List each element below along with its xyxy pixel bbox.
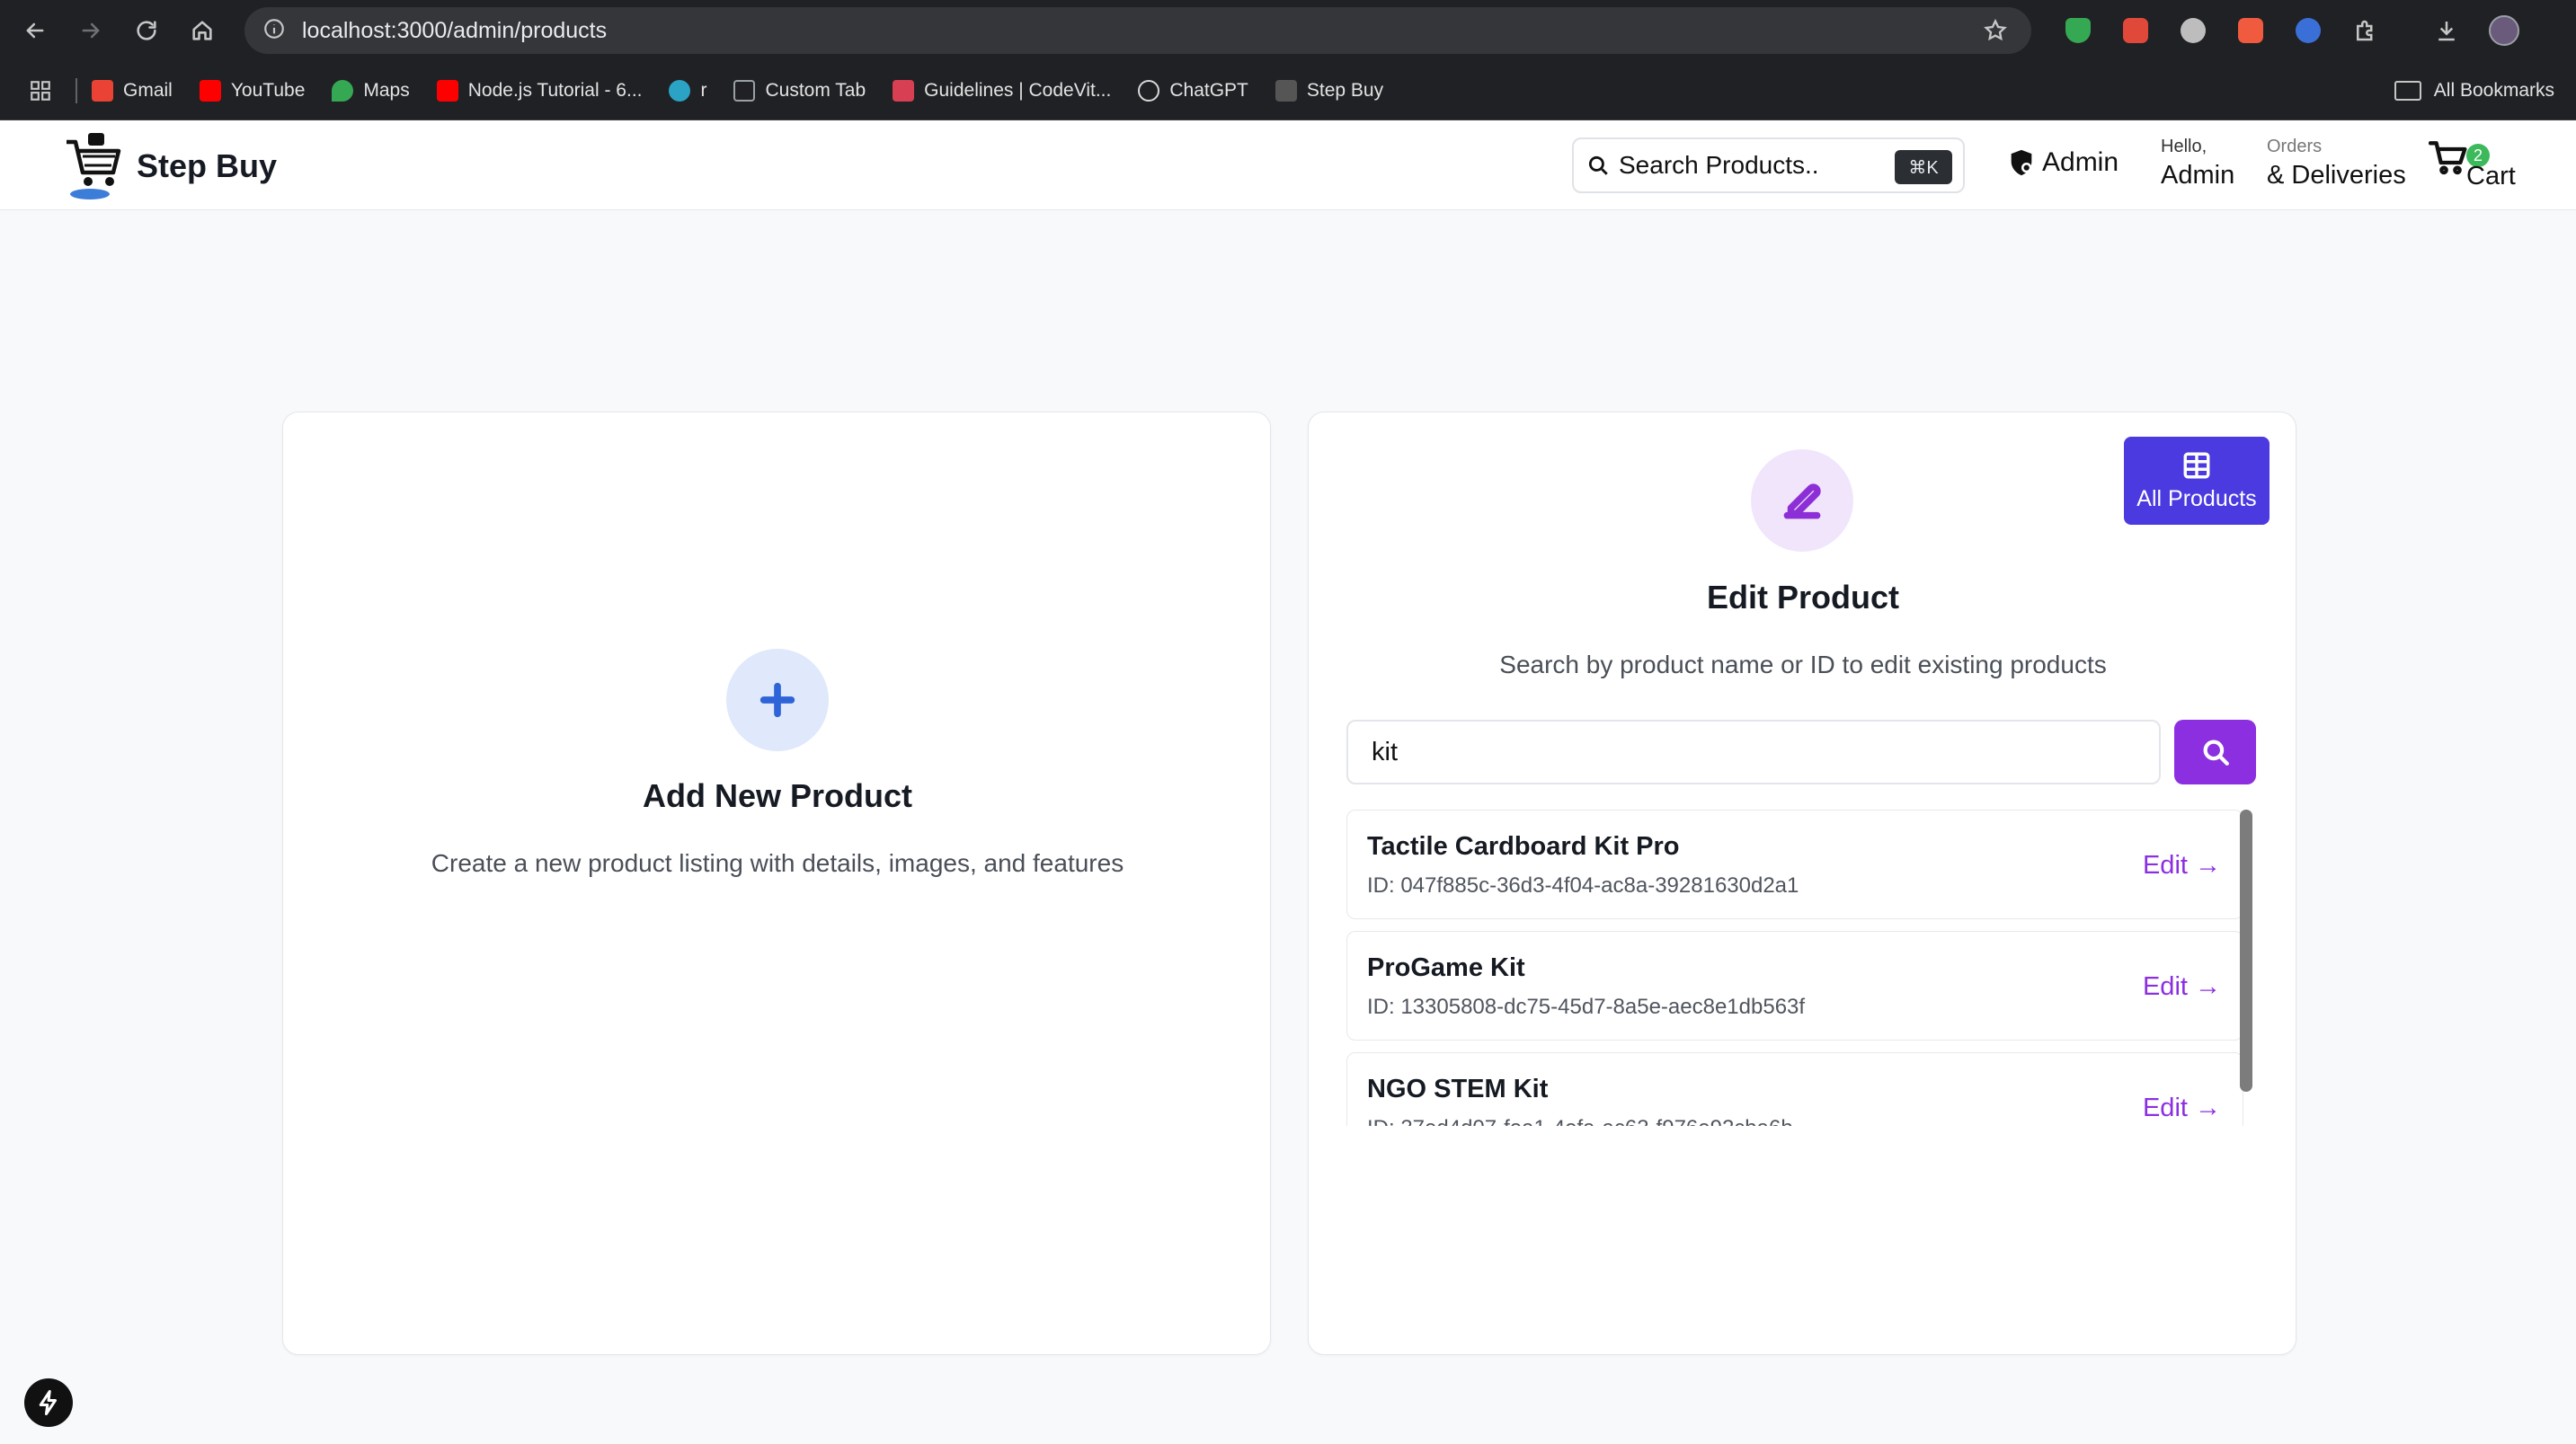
folder-icon xyxy=(2394,81,2421,101)
r-icon xyxy=(669,79,691,102)
cart-label: Cart xyxy=(2466,162,2516,190)
add-product-card[interactable]: Add New Product Create a new product lis… xyxy=(282,412,1271,1355)
reload-icon xyxy=(137,21,156,40)
gmail-icon xyxy=(92,79,113,102)
extension-shield-icon[interactable] xyxy=(2049,0,2107,61)
orders-small: Orders xyxy=(2267,137,2323,156)
arrow-left-icon xyxy=(26,22,44,39)
edit-product-badge xyxy=(1751,449,1853,552)
extension-blue-icon[interactable] xyxy=(2279,0,2337,61)
result-name: Tactile Cardboard Kit Pro xyxy=(1367,832,1680,861)
search-icon xyxy=(1588,155,1608,175)
lightning-icon xyxy=(39,1390,57,1415)
shopping-cart-icon xyxy=(2429,141,2467,175)
result-id: ID: 37ed4d07-fea1-4efa-ac63-f976e92cba6b xyxy=(1367,1116,1793,1126)
keyboard-shortcut-badge: ⌘K xyxy=(1895,150,1952,184)
cart-link[interactable]: 2 Cart xyxy=(2429,135,2518,198)
extensions-area xyxy=(2049,0,2533,61)
all-products-label: All Products xyxy=(2136,485,2257,511)
result-item[interactable]: ProGame Kit ID: 13305808-dc75-45d7-8a5e-… xyxy=(1346,931,2243,1041)
apps-grid-icon[interactable] xyxy=(20,70,61,111)
external-link-icon xyxy=(733,79,756,102)
bookmarks-bar: Gmail YouTube Maps Node.js Tutorial - 6.… xyxy=(0,61,2576,120)
bookmark-guidelines[interactable]: Guidelines | CodeVit... xyxy=(893,79,1111,102)
add-product-description: Create a new product listing with detail… xyxy=(431,849,1124,877)
back-button[interactable] xyxy=(7,0,63,61)
orders-link[interactable]: Orders & Deliveries xyxy=(2267,137,2406,190)
maps-pin-icon xyxy=(332,79,354,102)
site-info-icon[interactable] xyxy=(262,17,286,45)
browser-toolbar: localhost:3000/admin/products xyxy=(0,0,2576,61)
extension-red-icon[interactable] xyxy=(2107,0,2164,61)
download-icon[interactable] xyxy=(2418,0,2475,61)
bookmark-step-buy[interactable]: Step Buy xyxy=(1275,79,1383,102)
extensions-puzzle-icon[interactable] xyxy=(2337,0,2394,61)
result-id: ID: 13305808-dc75-45d7-8a5e-aec8e1db563f xyxy=(1367,995,1806,1019)
product-search-button[interactable] xyxy=(2174,720,2256,784)
all-products-button[interactable]: All Products xyxy=(2124,437,2270,525)
extension-eyes-icon[interactable] xyxy=(2164,0,2222,61)
greeting-small: Hello, xyxy=(2161,137,2207,156)
edit-product-title: Edit Product xyxy=(1707,579,1899,616)
chatgpt-icon xyxy=(1138,79,1160,102)
address-bar[interactable]: localhost:3000/admin/products xyxy=(244,7,2031,54)
bookmarks-divider xyxy=(76,77,77,103)
greeting-name: Admin xyxy=(2161,161,2235,190)
search-icon xyxy=(2203,740,2229,766)
edit-product-card: All Products Edit Product Search by prod… xyxy=(1308,412,2296,1355)
step-buy-logo-icon[interactable] xyxy=(63,129,124,201)
edit-product-description: Search by product name or ID to edit exi… xyxy=(1499,651,2107,678)
result-edit-link[interactable]: Edit → xyxy=(2143,851,2221,881)
youtube-icon xyxy=(436,79,458,102)
product-search-input[interactable] xyxy=(1346,720,2161,784)
add-product-title: Add New Product xyxy=(642,777,912,814)
orders-big: & Deliveries xyxy=(2267,161,2406,190)
result-name: NGO STEM Kit xyxy=(1367,1075,1549,1103)
result-item[interactable]: NGO STEM Kit ID: 37ed4d07-fea1-4efa-ac63… xyxy=(1346,1052,2243,1126)
result-id: ID: 047f885c-36d3-4f04-ac8a-39281630d2a1 xyxy=(1367,873,1799,898)
url-text: localhost:3000/admin/products xyxy=(302,17,608,43)
result-name: ProGame Kit xyxy=(1367,953,1525,982)
search-placeholder: Search Products.. xyxy=(1619,151,1819,179)
admin-shield-icon xyxy=(2011,149,2032,176)
codevita-icon xyxy=(893,79,915,102)
arrow-right-icon xyxy=(82,22,100,39)
bookmark-star-icon[interactable] xyxy=(1983,18,2008,48)
result-item[interactable]: Tactile Cardboard Kit Pro ID: 047f885c-3… xyxy=(1346,810,2243,919)
product-search[interactable]: Search Products.. ⌘K xyxy=(1572,137,1965,193)
add-product-button[interactable] xyxy=(726,649,829,751)
youtube-icon xyxy=(199,79,221,102)
home-button[interactable] xyxy=(174,0,230,61)
bookmark-maps[interactable]: Maps xyxy=(332,79,410,102)
bookmark-youtube[interactable]: YouTube xyxy=(199,79,305,102)
forward-button[interactable] xyxy=(63,0,119,61)
step-buy-icon xyxy=(1275,79,1297,102)
plus-icon xyxy=(759,682,795,718)
brand-name[interactable]: Step Buy xyxy=(137,147,277,185)
dev-tools-button[interactable] xyxy=(24,1378,73,1427)
pencil-icon xyxy=(1783,483,1821,519)
admin-link[interactable]: Admin xyxy=(2006,147,2119,178)
home-icon xyxy=(192,21,212,40)
search-results-list[interactable]: Tactile Cardboard Kit Pro ID: 047f885c-3… xyxy=(1346,810,2252,1126)
bookmark-nodejs-tutorial[interactable]: Node.js Tutorial - 6... xyxy=(436,79,642,102)
result-edit-link[interactable]: Edit → xyxy=(2143,1094,2221,1123)
app-header: Step Buy Search Products.. ⌘K Admin Hell… xyxy=(0,120,2576,210)
account-greeting[interactable]: Hello, Admin xyxy=(2161,137,2234,190)
table-grid-icon xyxy=(2183,452,2210,478)
all-bookmarks[interactable]: All Bookmarks xyxy=(2394,61,2554,120)
bookmark-gmail[interactable]: Gmail xyxy=(92,79,173,102)
bookmark-custom-tab[interactable]: Custom Tab xyxy=(733,79,866,102)
reload-button[interactable] xyxy=(119,0,174,61)
results-scrollbar[interactable] xyxy=(2240,810,2252,1092)
bookmark-chatgpt[interactable]: ChatGPT xyxy=(1138,79,1248,102)
result-edit-link[interactable]: Edit → xyxy=(2143,972,2221,1002)
profile-avatar[interactable] xyxy=(2475,0,2533,61)
bookmark-r[interactable]: r xyxy=(669,79,706,102)
extension-record-icon[interactable] xyxy=(2222,0,2279,61)
